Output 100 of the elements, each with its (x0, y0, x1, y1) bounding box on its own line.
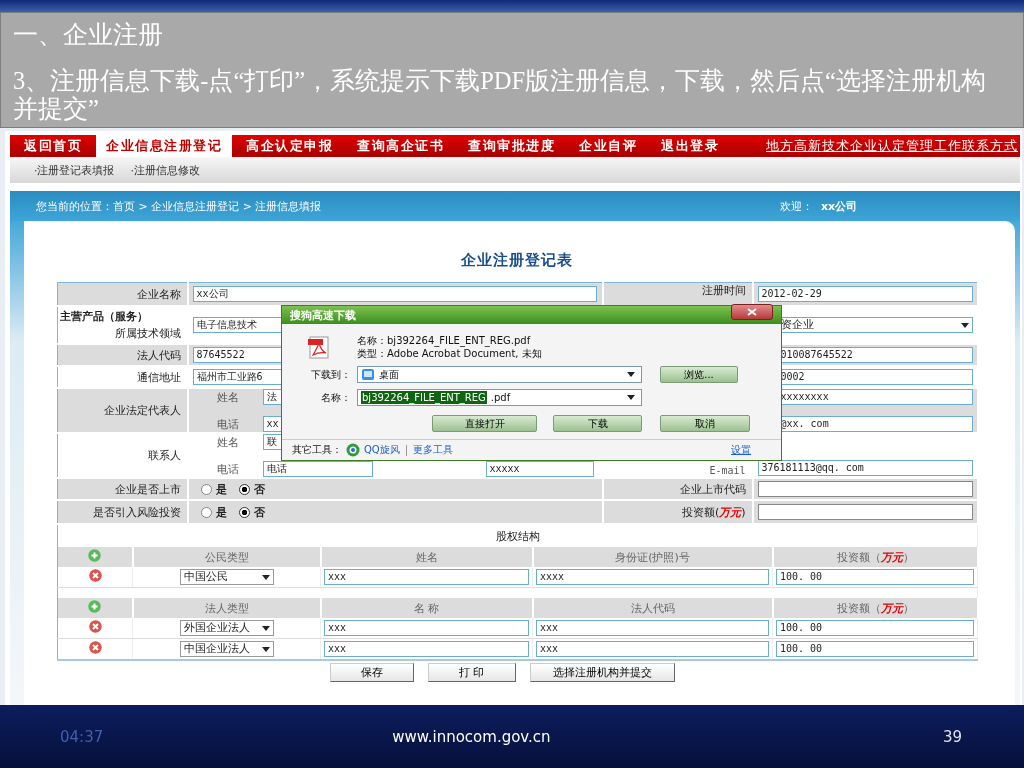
file-type: 类型：Adobe Acrobat Document, 未知 (357, 347, 542, 360)
radio-button[interactable] (200, 483, 212, 495)
radio-label: 否 (253, 481, 265, 497)
radio-label: 是 (215, 481, 227, 497)
column-header: 投资额（万元） (836, 550, 914, 564)
select-field[interactable]: 中国企业法人 (179, 641, 274, 657)
column-header: 姓名 (415, 550, 438, 564)
subnav-link[interactable]: ·注册登记表填报 (34, 162, 115, 178)
field-label: 法人代码 (136, 348, 181, 362)
tool-link[interactable]: QQ旋风 (364, 443, 400, 457)
nav-tab[interactable]: 企业信息注册登记 (96, 135, 232, 157)
dialog-button[interactable]: 直接打开 (432, 415, 537, 432)
folder-select[interactable]: 桌面 (357, 366, 642, 383)
remove-icon[interactable] (88, 620, 102, 633)
browse-button[interactable]: 浏览... (660, 366, 738, 383)
text-field[interactable] (757, 481, 973, 497)
field-label: 姓名 (215, 389, 240, 405)
field-label: 企业法定代表人 (103, 404, 181, 417)
caret-icon (261, 646, 270, 652)
contact-link[interactable]: 地方高新技术企业认定管理工作联系方式 (766, 135, 1020, 157)
slide-url: www.innocom.gov.cn (391, 727, 552, 746)
field-label: 电话 (215, 416, 240, 432)
swirl-icon (346, 443, 360, 457)
action-button[interactable]: 选择注册机构并提交 (529, 663, 675, 682)
text-field[interactable]: xxx (324, 620, 529, 636)
radio-button[interactable] (238, 506, 250, 518)
radio-label: 否 (253, 504, 265, 520)
settings-link[interactable]: 设置 (731, 443, 751, 457)
column-header: 法人类型 (204, 601, 249, 615)
column-header: 法人代码 (630, 601, 675, 615)
dialog-title: 搜狗高速下载 (290, 307, 356, 323)
field-label: E-mail (709, 465, 746, 476)
field-label: 下载到： (310, 367, 351, 382)
add-icon[interactable] (88, 549, 102, 562)
dialog-button[interactable]: 下载 (553, 415, 642, 432)
text-field[interactable]: 100. 00 (776, 569, 975, 585)
nav-tab[interactable]: 退出登录 (651, 135, 729, 157)
column-header: 投资额（万元） (836, 601, 914, 615)
remove-icon[interactable] (88, 569, 102, 582)
pdf-file-icon (307, 335, 331, 359)
text-field[interactable]: 100. 00 (776, 641, 975, 657)
text-field[interactable] (757, 504, 973, 520)
text-field[interactable]: 376181113@qq. com (757, 460, 973, 476)
slide-text: 3、注册信息下载-点“打印”，系统提示下载PDF版注册信息，下载，然后点“选择注册机构并提交” (13, 67, 987, 123)
caret-icon (261, 625, 270, 631)
file-name: 名称：bj392264_FILE_ENT_REG.pdf (357, 334, 532, 347)
field-label: 其它工具： (292, 443, 342, 457)
caret-icon (627, 395, 635, 400)
text-field[interactable]: xxx (536, 641, 769, 657)
slide-heading: 一、企业注册 (13, 20, 164, 50)
action-button[interactable]: 打 印 (428, 663, 516, 682)
field-label: 通信地址 (136, 370, 181, 384)
column-header: 名 称 (413, 601, 440, 615)
action-button[interactable]: 保存 (330, 663, 414, 682)
select-field[interactable]: 外国企业法人 (179, 620, 274, 636)
close-button[interactable] (731, 304, 773, 320)
field-label: 名称： (320, 390, 351, 405)
text-field[interactable]: xxx (536, 620, 769, 636)
radio-button[interactable] (200, 506, 212, 518)
add-icon[interactable] (88, 600, 102, 613)
user-name: xx公司 (821, 198, 858, 214)
radio-button[interactable] (238, 483, 250, 495)
text-field[interactable]: 2012-02-29 (757, 286, 973, 302)
tool-link[interactable]: 更多工具 (412, 443, 453, 457)
field-label: 企业名称 (136, 287, 181, 301)
column-header: 身份证(护照)号 (615, 550, 690, 564)
close-icon (747, 308, 757, 316)
text-field[interactable]: xxx (324, 641, 529, 657)
field-label: 企业上市代码 (679, 482, 746, 496)
caret-icon (960, 322, 969, 328)
field-label: 联系人 (147, 449, 181, 462)
dialog-button[interactable]: 取消 (660, 415, 750, 432)
text-field[interactable]: xxxxx (485, 461, 594, 477)
desktop-icon (361, 368, 375, 381)
nav-tab[interactable]: 企业自评 (569, 135, 647, 157)
field-label: 姓名 (215, 434, 240, 450)
nav-tab[interactable]: 查询审批进度 (458, 135, 565, 157)
field-label: 注册时间 (701, 284, 746, 297)
page-number: 39 (942, 727, 963, 746)
remove-icon[interactable] (88, 641, 102, 654)
text-field[interactable]: xxx (324, 569, 529, 585)
breadcrumb-text: 您当前的位置：首页 > 企业信息注册登记 > 注册信息填报 (36, 198, 322, 214)
slide-time: 04:37 (59, 727, 105, 746)
text-field[interactable]: 电话 (262, 461, 373, 477)
nav-tab[interactable]: 返回首页 (14, 135, 92, 157)
field-label: 主营产品（服务） (60, 309, 148, 325)
field-label: 是否引入风险投资 (92, 505, 181, 519)
text-field[interactable]: xxxx (536, 569, 769, 585)
text-field[interactable]: 100. 00 (776, 620, 975, 636)
filename-field[interactable]: bj392264_FILE_ENT_REG .pdf (357, 389, 642, 406)
select-field[interactable]: 中国公民 (179, 569, 274, 585)
subnav-link[interactable]: ·注册信息修改 (130, 162, 200, 178)
nav-tab[interactable]: 高企认定申报 (236, 135, 343, 157)
text-field[interactable]: xx公司 (192, 286, 597, 302)
radio-label: 是 (215, 504, 227, 520)
nav-tab[interactable]: 查询高企证书 (347, 135, 454, 157)
form-title: 企业注册登记表 (460, 250, 574, 270)
caret-icon (627, 372, 635, 377)
field-label: 投资额(万元) (681, 505, 746, 519)
welcome-label: 欢迎： (780, 198, 813, 214)
